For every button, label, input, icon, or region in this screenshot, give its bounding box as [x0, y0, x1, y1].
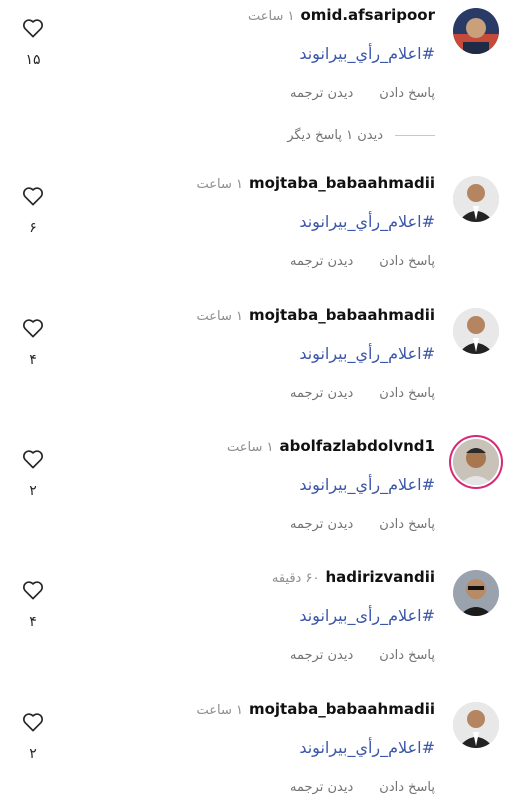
- see-translation-button[interactable]: دیدن ترجمه: [290, 517, 353, 532]
- comment-header: ۶۰ دقیقه hadirizvandii: [272, 568, 435, 586]
- see-translation-button[interactable]: دیدن ترجمه: [290, 648, 353, 663]
- like-count: ۴: [29, 614, 37, 630]
- comment-hashtag[interactable]: #اعلام_رأي_بيرانوند: [299, 212, 435, 231]
- avatar[interactable]: [453, 570, 499, 616]
- comment-actions: پاسخ دادن دیدن ترجمه: [290, 386, 435, 401]
- heart-outline-icon: [23, 319, 43, 338]
- divider-line: [395, 135, 435, 136]
- reply-button[interactable]: پاسخ دادن: [379, 648, 435, 663]
- comment-hashtag[interactable]: #اعلام_رأي_بيرانوند: [299, 44, 435, 63]
- comment-time: ۱ ساعت: [226, 440, 274, 455]
- comment-time: ۱ ساعت: [196, 703, 243, 718]
- comment-actions: پاسخ دادن دیدن ترجمه: [290, 86, 435, 101]
- comment-username[interactable]: abolfazlabdolvnd1: [279, 437, 435, 455]
- like-count: ۲: [29, 483, 37, 499]
- view-more-replies[interactable]: دیدن ۱ پاسخ دیگر: [287, 128, 435, 143]
- heart-outline-icon: [23, 713, 43, 732]
- reply-button[interactable]: پاسخ دادن: [379, 780, 435, 795]
- comment-time: ۶۰ دقیقه: [271, 571, 320, 586]
- avatar-image: [453, 176, 499, 222]
- comment-username[interactable]: mojtaba_babaahmadii: [249, 174, 435, 192]
- avatar[interactable]: [453, 702, 499, 748]
- reply-button[interactable]: پاسخ دادن: [379, 86, 435, 101]
- comment-header: ۱ ساعت mojtaba_babaahmadii: [196, 174, 435, 192]
- comment-actions: پاسخ دادن دیدن ترجمه: [290, 648, 435, 663]
- comment-header: ۱ ساعت abolfazlabdolvnd1: [227, 437, 435, 455]
- comment-hashtag[interactable]: #اعلام_رأي_بيرانوند: [299, 344, 435, 363]
- like-button[interactable]: [22, 318, 44, 338]
- avatar-image: [453, 702, 499, 748]
- comment-actions: پاسخ دادن دیدن ترجمه: [290, 517, 435, 532]
- see-translation-button[interactable]: دیدن ترجمه: [290, 386, 353, 401]
- avatar-image: [453, 570, 499, 616]
- see-translation-button[interactable]: دیدن ترجمه: [290, 780, 353, 795]
- comment-header: ۱ ساعت mojtaba_babaahmadii: [196, 700, 435, 718]
- see-translation-button[interactable]: دیدن ترجمه: [290, 254, 353, 269]
- comment-username[interactable]: mojtaba_babaahmadii: [249, 306, 435, 324]
- heart-outline-icon: [23, 581, 43, 600]
- avatar-image: [453, 308, 499, 354]
- avatar[interactable]: [453, 176, 499, 222]
- reply-button[interactable]: پاسخ دادن: [379, 517, 435, 532]
- comment-time: ۱ ساعت: [196, 309, 243, 324]
- like-count: ۲: [29, 746, 37, 762]
- like-count: ۴: [29, 352, 37, 368]
- comment-hashtag[interactable]: #اعلام_رأی_بیرانوند: [299, 606, 435, 625]
- comment-time: ۱ ساعت: [248, 9, 295, 24]
- like-count: ۱۵: [25, 52, 41, 68]
- avatar[interactable]: [453, 308, 499, 354]
- comment-header: ۱ ساعت mojtaba_babaahmadii: [196, 306, 435, 324]
- comment-actions: پاسخ دادن دیدن ترجمه: [290, 254, 435, 269]
- heart-outline-icon: [23, 19, 43, 38]
- comment-hashtag[interactable]: #اعلام_رأي_بيرانوند: [299, 475, 435, 494]
- avatar[interactable]: [453, 8, 499, 54]
- comment-username[interactable]: hadirizvandii: [325, 568, 435, 586]
- avatar-image: [453, 439, 499, 485]
- comment-time: ۱ ساعت: [196, 177, 243, 192]
- comment-username[interactable]: mojtaba_babaahmadii: [249, 700, 435, 718]
- comment-username[interactable]: omid.afsaripoor: [301, 6, 436, 24]
- like-count: ۶: [29, 220, 37, 236]
- heart-outline-icon: [23, 450, 43, 469]
- like-button[interactable]: [22, 449, 44, 469]
- reply-button[interactable]: پاسخ دادن: [379, 386, 435, 401]
- like-button[interactable]: [22, 712, 44, 732]
- like-button[interactable]: [22, 580, 44, 600]
- comment-actions: پاسخ دادن دیدن ترجمه: [290, 780, 435, 795]
- like-button[interactable]: [22, 186, 44, 206]
- comment-header: ۱ ساعت omid.afsaripoor: [248, 6, 435, 24]
- avatar-image: [453, 8, 499, 54]
- see-translation-button[interactable]: دیدن ترجمه: [290, 86, 353, 101]
- reply-button[interactable]: پاسخ دادن: [379, 254, 435, 269]
- view-more-replies-label: دیدن ۱ پاسخ دیگر: [287, 128, 383, 143]
- heart-outline-icon: [23, 187, 43, 206]
- like-button[interactable]: [22, 18, 44, 38]
- avatar[interactable]: [453, 439, 499, 485]
- comment-hashtag[interactable]: #اعلام_رأي_بيرانوند: [299, 738, 435, 757]
